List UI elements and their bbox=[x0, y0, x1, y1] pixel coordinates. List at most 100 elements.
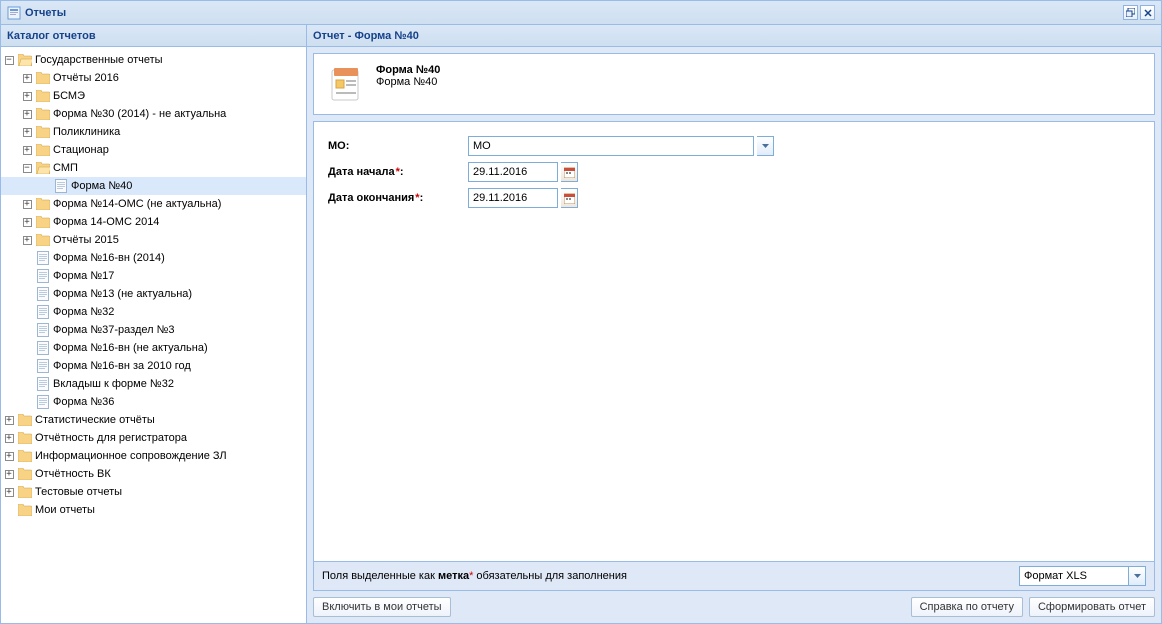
start-date-trigger[interactable] bbox=[561, 162, 578, 182]
tree-node-label: Поликлиника bbox=[53, 126, 120, 138]
expand-icon[interactable]: + bbox=[19, 141, 35, 159]
folder-icon bbox=[17, 448, 33, 464]
folder-icon bbox=[35, 106, 51, 122]
folder-icon bbox=[35, 70, 51, 86]
mo-combo[interactable] bbox=[468, 136, 754, 156]
catalog-panel: Каталог отчетов −Государственные отчеты+… bbox=[1, 25, 307, 623]
folder-icon bbox=[35, 196, 51, 212]
mo-label: МО: bbox=[328, 140, 468, 152]
folder-open-icon bbox=[35, 160, 51, 176]
tree-node-label: Вкладыш к форме №32 bbox=[53, 378, 174, 390]
collapse-icon[interactable]: − bbox=[1, 51, 17, 69]
tree-node[interactable]: Форма №32 bbox=[1, 303, 306, 321]
include-in-my-reports-button[interactable]: Включить в мои отчеты bbox=[313, 597, 451, 617]
tree-node-label: Форма №40 bbox=[71, 180, 132, 192]
start-date-input[interactable] bbox=[468, 162, 558, 182]
folder-icon bbox=[17, 412, 33, 428]
window-titlebar: Отчеты bbox=[1, 1, 1161, 25]
document-icon bbox=[53, 178, 69, 194]
tree-node[interactable]: +Форма №14-ОМС (не актуальна) bbox=[1, 195, 306, 213]
end-date-trigger[interactable] bbox=[561, 188, 578, 208]
tree-node[interactable]: + Отчёты 2016 bbox=[1, 69, 306, 87]
document-icon bbox=[35, 394, 51, 410]
mo-combo-trigger[interactable] bbox=[757, 136, 774, 156]
collapse-icon[interactable]: − bbox=[19, 159, 35, 177]
expand-icon[interactable]: + bbox=[19, 105, 35, 123]
report-header: Отчет - Форма №40 bbox=[307, 25, 1161, 47]
expand-icon[interactable]: + bbox=[19, 231, 35, 249]
expand-icon[interactable]: + bbox=[1, 465, 17, 483]
tree-node-label: БСМЭ bbox=[53, 90, 85, 102]
end-date-label: Дата окончания*: bbox=[328, 192, 468, 204]
tree-node-label: СМП bbox=[53, 162, 78, 174]
folder-icon bbox=[17, 484, 33, 500]
tree-node[interactable]: Форма №16-вн (2014) bbox=[1, 249, 306, 267]
tree-node[interactable]: + Форма 14-ОМС 2014 bbox=[1, 213, 306, 231]
tree-node[interactable]: − СМП bbox=[1, 159, 306, 177]
expand-icon[interactable]: + bbox=[19, 213, 35, 231]
folder-icon bbox=[17, 466, 33, 482]
report-help-button[interactable]: Справка по отчету bbox=[911, 597, 1023, 617]
tree-node-label: Форма №37-раздел №3 bbox=[53, 324, 175, 336]
reports-window: Отчеты Каталог отчетов −Государственные … bbox=[0, 0, 1162, 624]
tree-node[interactable]: + БСМЭ bbox=[1, 87, 306, 105]
tree-node[interactable]: + Отчётность ВК bbox=[1, 465, 306, 483]
tree-node[interactable]: Форма №13 (не актуальна) bbox=[1, 285, 306, 303]
tree-node[interactable]: +Тестовые отчеты bbox=[1, 483, 306, 501]
format-combo-trigger[interactable] bbox=[1129, 566, 1146, 586]
tree-node-label: Форма №16-вн (не актуальна) bbox=[53, 342, 208, 354]
window-title: Отчеты bbox=[25, 7, 1123, 19]
folder-icon bbox=[35, 232, 51, 248]
tree-node[interactable]: Форма №37-раздел №3 bbox=[1, 321, 306, 339]
report-description: Форма №40 Форма №40 bbox=[313, 53, 1155, 115]
tree-node[interactable]: Вкладыш к форме №32 bbox=[1, 375, 306, 393]
close-button[interactable] bbox=[1140, 5, 1155, 20]
expand-icon[interactable]: + bbox=[1, 429, 17, 447]
format-combo[interactable] bbox=[1019, 566, 1129, 586]
required-hint: Поля выделенные как метка* обязательны д… bbox=[322, 570, 1019, 582]
tree-node-label: Мои отчеты bbox=[35, 504, 95, 516]
report-form: МО: Дата начала*: Дата окончания*: bbox=[313, 121, 1155, 591]
folder-icon bbox=[35, 142, 51, 158]
tree-node[interactable]: Форма №40 bbox=[1, 177, 306, 195]
tree-node-label: Отчётность ВК bbox=[35, 468, 111, 480]
tree-node[interactable]: Форма №36 bbox=[1, 393, 306, 411]
tree-node-label: Форма №13 (не актуальна) bbox=[53, 288, 192, 300]
document-icon bbox=[35, 340, 51, 356]
tree-node-label: Форма 14-ОМС 2014 bbox=[53, 216, 159, 228]
tree-node[interactable]: +Стационар bbox=[1, 141, 306, 159]
document-icon bbox=[35, 268, 51, 284]
document-icon bbox=[35, 304, 51, 320]
folder-icon bbox=[17, 502, 33, 518]
tree-node[interactable]: + Поликлиника bbox=[1, 123, 306, 141]
expand-icon[interactable]: + bbox=[19, 69, 35, 87]
reports-tree: −Государственные отчеты+Отчёты 2016+БСМЭ… bbox=[1, 47, 306, 623]
hint-bar: Поля выделенные как метка* обязательны д… bbox=[314, 561, 1154, 590]
expand-icon[interactable]: + bbox=[19, 195, 35, 213]
tree-node[interactable]: + Отчётность для регистратора bbox=[1, 429, 306, 447]
tree-node[interactable]: Форма №16-вн (не актуальна) bbox=[1, 339, 306, 357]
tree-node[interactable]: Мои отчеты bbox=[1, 501, 306, 519]
expand-icon[interactable]: + bbox=[19, 123, 35, 141]
tree-node[interactable]: + Информационное сопровождение ЗЛ bbox=[1, 447, 306, 465]
tree-node[interactable]: +Форма №30 (2014) - не актуальна bbox=[1, 105, 306, 123]
tree-node-label: Отчётность для регистратора bbox=[35, 432, 187, 444]
tree-node[interactable]: Форма №17 bbox=[1, 267, 306, 285]
document-icon bbox=[35, 322, 51, 338]
expand-icon[interactable]: + bbox=[1, 411, 17, 429]
report-doc-icon bbox=[326, 64, 366, 104]
tree-node[interactable]: +Отчёты 2015 bbox=[1, 231, 306, 249]
tree-node[interactable]: +Статистические отчёты bbox=[1, 411, 306, 429]
document-icon bbox=[35, 376, 51, 392]
document-icon bbox=[35, 250, 51, 266]
end-date-input[interactable] bbox=[468, 188, 558, 208]
expand-icon[interactable]: + bbox=[1, 483, 17, 501]
tree-node[interactable]: Форма №16-вн за 2010 год bbox=[1, 357, 306, 375]
tree-node-label: Отчёты 2016 bbox=[53, 72, 119, 84]
tree-node[interactable]: −Государственные отчеты bbox=[1, 51, 306, 69]
generate-report-button[interactable]: Сформировать отчет bbox=[1029, 597, 1155, 617]
restore-button[interactable] bbox=[1123, 5, 1138, 20]
expand-icon[interactable]: + bbox=[1, 447, 17, 465]
tree-node-label: Информационное сопровождение ЗЛ bbox=[35, 450, 227, 462]
expand-icon[interactable]: + bbox=[19, 87, 35, 105]
